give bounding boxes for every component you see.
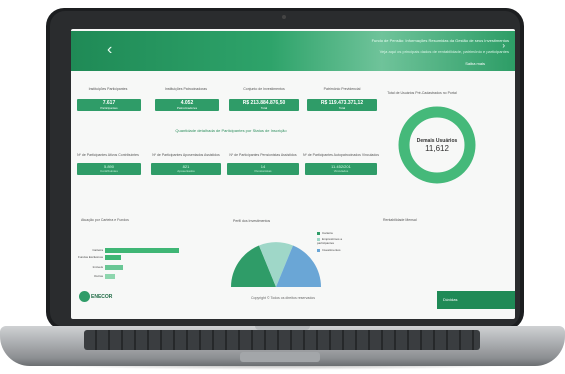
pie-panel-title: Perfil dos Investimentos [233, 219, 271, 223]
kpi-value: 4.052 [180, 100, 194, 106]
kpi2-label: Nº de Participantes Autopatrocinados Vin… [303, 153, 379, 157]
hero-banner: ‹ Fundo de Pensão: Informações Resumidas… [71, 31, 515, 71]
keyboard [84, 330, 480, 350]
bars-panel-title: Atuação por Carteira e Fundos [81, 218, 129, 222]
users-donut-chart: Demais Usuários 11,612 [398, 106, 476, 184]
hinge-notch [255, 326, 310, 330]
kpi2-label: Nº de Participantes Pensionistas Assisti… [229, 153, 297, 157]
bar [105, 274, 115, 279]
kpi-card: 4.052 Patrocinadores [155, 99, 219, 111]
kpi2-label: Nº de Participantes Ativos Contribuintes [77, 153, 139, 157]
kpi2-sub: Pensionistas [254, 169, 272, 173]
logo-text: ENECOR [91, 294, 113, 300]
help-button[interactable]: Dúvidas [437, 291, 515, 309]
kpi-card: R$ 119.473.371,12 Total [307, 99, 377, 111]
kpi2-label: Nº de Participantes Aposentados Assistid… [152, 153, 220, 157]
kpi-value: 7.617 [102, 100, 116, 106]
kpi-value: R$ 213.884.876,50 [242, 100, 286, 106]
kpi2-card: 821 Aposentados [151, 163, 221, 175]
kpi-label: Patrimônio Previdencial [323, 87, 361, 91]
third-panel-title: Rentabilidade Mensal [383, 218, 417, 222]
footer-copyright: Copyright © Todos os direitos reservados [251, 296, 315, 300]
kpi-sub: Total [260, 106, 268, 110]
kpi-label: Instituições Patrocinadoras [164, 87, 208, 91]
chevron-right-icon[interactable]: › [502, 41, 505, 50]
legend-swatch [317, 248, 320, 252]
hero-link[interactable]: Saiba mais [465, 61, 485, 66]
legend-swatch [317, 231, 320, 235]
donut-value: 11,612 [425, 144, 449, 153]
logo-mark-icon [79, 291, 90, 302]
bar [105, 255, 121, 260]
kpi-sub: Total [338, 106, 346, 110]
dashboard-screen: ‹ Fundo de Pensão: Informações Resumidas… [71, 29, 515, 319]
kpi2-sub: Contribuintes [100, 169, 118, 173]
hero-subtitle: Veja aqui os principais dados de rentabi… [379, 49, 509, 54]
kpi-card: 7.617 Participantes [77, 99, 141, 111]
kpi-label: Instituições Participantes [88, 87, 128, 91]
trackpad [240, 352, 320, 362]
kpi-value: R$ 119.473.371,12 [320, 100, 364, 106]
legend-item: Investimentos [317, 248, 341, 252]
donut-title: Total de Usuários Pré-Cadastrados no Por… [387, 91, 457, 95]
chevron-left-icon[interactable]: ‹ [107, 41, 112, 59]
bar-label: Fundos Exclusivos [77, 255, 103, 259]
camera-dot [282, 15, 286, 19]
company-logo[interactable]: ENECOR [79, 291, 112, 303]
kpi2-card: 14 Pensionistas [227, 163, 299, 175]
hero-title: Fundo de Pensão: Informações Resumidas d… [371, 38, 509, 43]
kpi2-sub: Aposentados [177, 169, 195, 173]
investments-pie-chart [231, 242, 321, 287]
bar [105, 248, 179, 253]
kpi-label: Conjunto de Investimentos [243, 87, 285, 91]
kpi2-card: 5.890 Contribuintes [77, 163, 141, 175]
bar-label: Outros [93, 274, 103, 278]
section-title: Quantidade detalhada de Participantes po… [175, 128, 287, 133]
legend-item: Empréstimos a participantes [317, 237, 343, 245]
bar-label: Carteira [92, 248, 103, 252]
kpi2-card: 11.452/201 Vinculados [305, 163, 377, 175]
kpi2-sub: Vinculados [333, 169, 349, 173]
kpi-sub: Participantes [100, 106, 118, 110]
kpi-sub: Patrocinadores [176, 106, 198, 110]
bar-label: Imóveis [92, 265, 103, 269]
kpi-card: R$ 213.884.876,50 Total [229, 99, 299, 111]
bar [105, 265, 123, 270]
legend-item: Carteira [317, 231, 333, 235]
